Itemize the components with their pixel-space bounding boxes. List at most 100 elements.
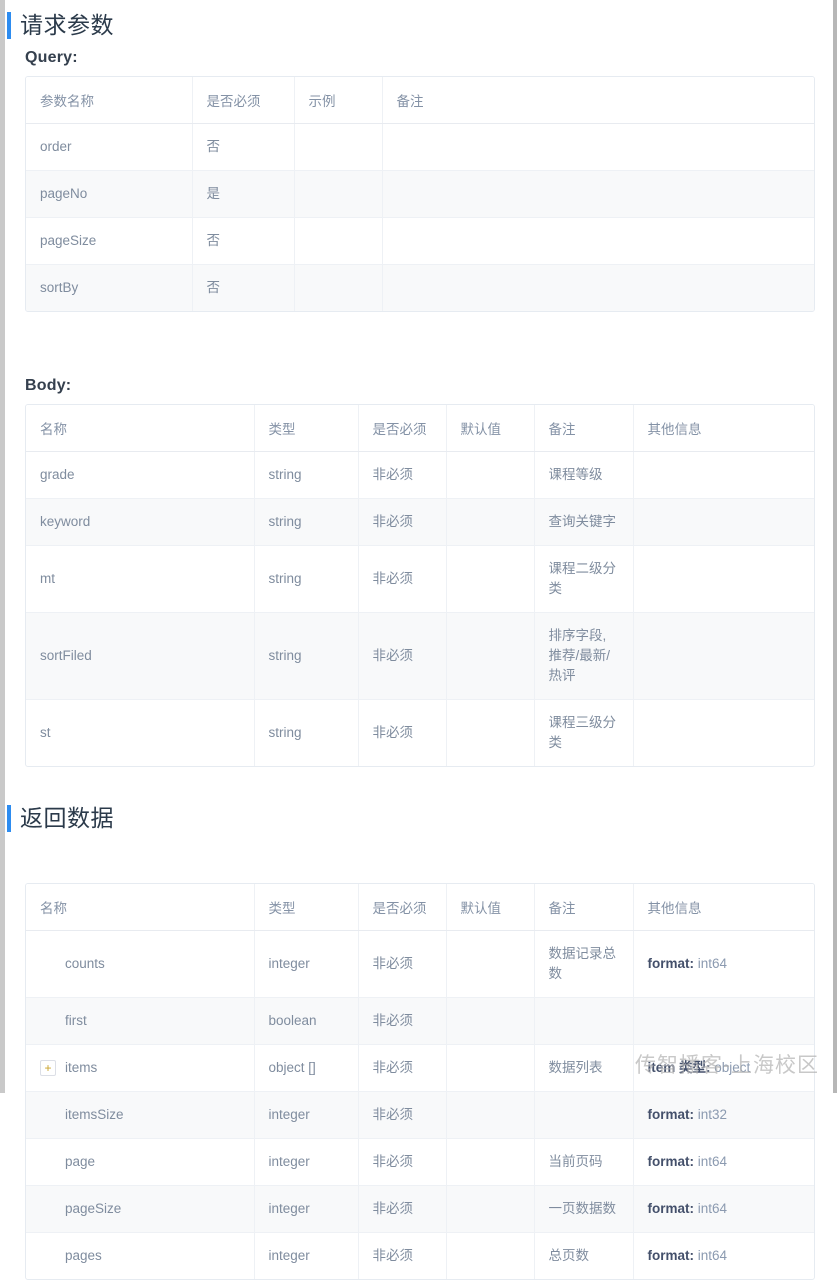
response-col-other: 其他信息 — [633, 884, 814, 931]
query-param-remark — [382, 170, 814, 218]
response-field-name: page — [65, 1154, 96, 1169]
body-field-other — [633, 612, 814, 700]
body-field-default — [446, 498, 535, 546]
query-col-example: 示例 — [294, 77, 383, 124]
response-field-required: 非必须 — [358, 1232, 447, 1279]
response-field-default — [446, 1091, 535, 1139]
query-param-example — [294, 264, 383, 311]
other-info-value: int32 — [697, 1107, 728, 1122]
table-row: sortFiled string 非必须 排序字段, 推荐/最新/热评 — [26, 612, 814, 700]
query-param-remark — [382, 217, 814, 265]
expand-items-icon[interactable]: + — [40, 1060, 56, 1076]
response-field-name: counts — [65, 956, 105, 971]
table-row: counts integer 非必须 数据记录总数 format: int64 — [26, 930, 814, 998]
query-col-required: 是否必须 — [192, 77, 295, 124]
body-field-required: 非必须 — [358, 699, 447, 766]
body-field-required: 非必须 — [358, 451, 447, 499]
response-field-type: integer — [254, 1185, 359, 1233]
body-table: 名称 类型 是否必须 默认值 备注 其他信息 grade string 非必须 … — [26, 405, 814, 766]
body-field-remark: 课程二级分类 — [534, 545, 634, 613]
response-field-default — [446, 1044, 535, 1092]
body-field-default — [446, 451, 535, 499]
response-field-name-cell: + items — [26, 1044, 255, 1092]
other-info-label: format: — [647, 1248, 695, 1263]
section-heading-request: 请求参数 — [5, 10, 833, 40]
table-row: page integer 非必须 当前页码 format: int64 — [26, 1138, 814, 1186]
body-field-other — [633, 545, 814, 613]
response-field-name: pageSize — [65, 1201, 122, 1216]
other-info-label: item 类型: — [647, 1060, 711, 1075]
response-field-type: boolean — [254, 997, 359, 1045]
table-row: first boolean 非必须 — [26, 997, 814, 1045]
body-field-required: 非必须 — [358, 545, 447, 613]
other-info-label: format: — [647, 1107, 695, 1122]
response-field-other: format: int64 — [633, 930, 814, 998]
body-table-header-row: 名称 类型 是否必须 默认值 备注 其他信息 — [26, 405, 814, 452]
section-heading-response: 返回数据 — [5, 803, 833, 833]
response-field-remark: 数据记录总数 — [534, 930, 634, 998]
body-field-default — [446, 612, 535, 700]
page-right-edge — [833, 0, 837, 1093]
response-field-name: pages — [65, 1248, 102, 1263]
query-param-example — [294, 123, 383, 171]
table-row: pageSize 否 — [26, 217, 814, 265]
response-field-type: integer — [254, 1091, 359, 1139]
other-info-label: format: — [647, 1154, 695, 1169]
other-info-label: format: — [647, 956, 695, 971]
body-field-default — [446, 699, 535, 766]
response-field-remark — [534, 1091, 634, 1139]
response-field-required: 非必须 — [358, 1091, 447, 1139]
table-row: + items object [] 非必须 数据列表 item 类型: obje… — [26, 1044, 814, 1092]
body-field-type: string — [254, 612, 359, 700]
response-field-name: first — [65, 1013, 87, 1028]
other-info-value: int64 — [697, 1248, 728, 1263]
response-col-type: 类型 — [254, 884, 359, 931]
table-row: st string 非必须 课程三级分类 — [26, 699, 814, 766]
query-param-example — [294, 170, 383, 218]
query-param-name: pageNo — [26, 170, 193, 218]
response-field-remark: 数据列表 — [534, 1044, 634, 1092]
table-row: pageSize integer 非必须 一页数据数 format: int64 — [26, 1185, 814, 1233]
response-field-name-cell: first — [26, 997, 255, 1045]
response-field-remark: 总页数 — [534, 1232, 634, 1279]
response-field-name-cell: counts — [26, 930, 255, 998]
body-field-remark: 查询关键字 — [534, 498, 634, 546]
query-param-name: order — [26, 123, 193, 171]
document-page: 请求参数 Query: 参数名称 是否必须 示例 备注 order 否 page… — [5, 0, 833, 1280]
body-table-card: 名称 类型 是否必须 默认值 备注 其他信息 grade string 非必须 … — [25, 404, 815, 767]
query-param-remark — [382, 123, 814, 171]
response-field-other: item 类型: object — [633, 1044, 814, 1092]
table-row: pages integer 非必须 总页数 format: int64 — [26, 1232, 814, 1279]
response-field-required: 非必须 — [358, 997, 447, 1045]
query-subheading: Query: — [25, 49, 78, 66]
query-param-name: sortBy — [26, 264, 193, 311]
body-field-name: sortFiled — [26, 612, 255, 700]
heading-accent-bar — [7, 804, 11, 832]
table-row: order 否 — [26, 123, 814, 171]
response-field-name: itemsSize — [65, 1107, 124, 1122]
response-field-name-cell: pageSize — [26, 1185, 255, 1233]
other-info-value: int64 — [697, 956, 728, 971]
table-row: sortBy 否 — [26, 264, 814, 311]
response-field-other — [633, 997, 814, 1045]
response-col-name: 名称 — [26, 884, 255, 931]
response-field-default — [446, 1232, 535, 1279]
body-col-name: 名称 — [26, 405, 255, 452]
response-field-type: integer — [254, 1138, 359, 1186]
response-field-remark: 一页数据数 — [534, 1185, 634, 1233]
query-table-card: 参数名称 是否必须 示例 备注 order 否 pageNo 是 pageSiz… — [25, 76, 815, 312]
response-field-required: 非必须 — [358, 930, 447, 998]
other-info-label: format: — [647, 1201, 695, 1216]
response-table: 名称 类型 是否必须 默认值 备注 其他信息 counts integer 非必… — [26, 884, 814, 1279]
response-field-other: format: int64 — [633, 1185, 814, 1233]
body-field-default — [446, 545, 535, 613]
other-info-value: object — [714, 1060, 751, 1075]
query-param-required: 否 — [192, 123, 295, 171]
body-field-name: mt — [26, 545, 255, 613]
body-col-required: 是否必须 — [358, 405, 447, 452]
body-field-type: string — [254, 545, 359, 613]
response-field-type: integer — [254, 1232, 359, 1279]
response-field-default — [446, 997, 535, 1045]
heading-accent-bar — [7, 11, 11, 39]
response-field-required: 非必须 — [358, 1138, 447, 1186]
